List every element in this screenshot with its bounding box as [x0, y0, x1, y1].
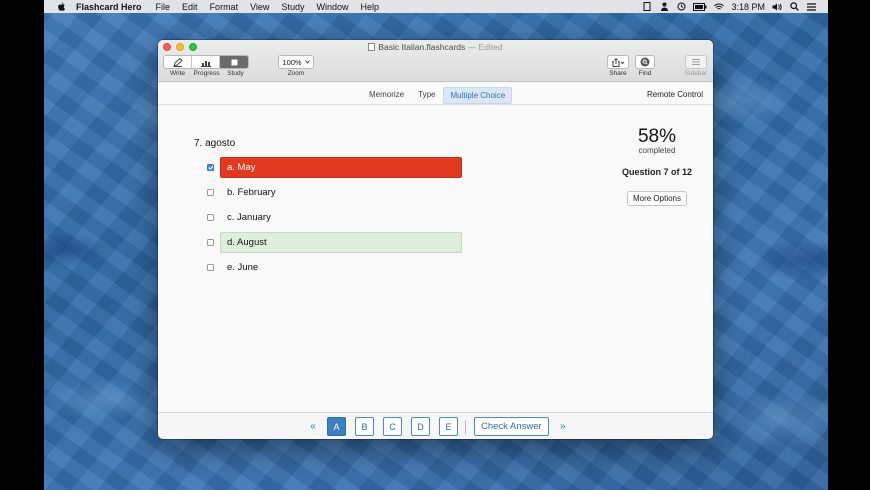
- volume-icon[interactable]: [772, 2, 782, 11]
- document-icon[interactable]: [642, 2, 652, 11]
- question-counter: Question 7 of 12: [621, 167, 692, 177]
- bar-chart-icon: [200, 61, 211, 67]
- battery-icon[interactable]: [693, 2, 707, 11]
- write-button[interactable]: [164, 56, 192, 68]
- status-area: 3:18 PM: [642, 2, 828, 12]
- letter-b-button[interactable]: B: [355, 417, 374, 436]
- find-button[interactable]: [635, 55, 655, 69]
- letter-d-button[interactable]: D: [411, 417, 430, 436]
- letter-a-button[interactable]: A: [327, 417, 346, 436]
- zoom-value: 100%: [282, 57, 302, 67]
- view-mode-labels: Write Progress Study: [163, 70, 250, 77]
- search-icon[interactable]: [789, 2, 799, 11]
- remote-control-button[interactable]: Remote Control: [647, 90, 703, 99]
- study-label: Study: [227, 70, 244, 77]
- choice-a-label[interactable]: a. May: [220, 157, 462, 178]
- menu-window[interactable]: Window: [316, 2, 348, 12]
- view-mode-segmented: [163, 55, 249, 69]
- answer-choices: a. May b. February c. January d. August …: [207, 157, 462, 282]
- menu-file[interactable]: File: [156, 2, 171, 12]
- menu-format[interactable]: Format: [210, 2, 239, 12]
- clock-time[interactable]: 3:18 PM: [731, 2, 765, 12]
- choice-b-checkbox[interactable]: [207, 189, 214, 196]
- study-button[interactable]: [220, 56, 248, 68]
- quiz-area: 7. agosto a. May b. February c. January …: [158, 106, 713, 412]
- choice-c-checkbox[interactable]: [207, 214, 214, 221]
- choice-e-checkbox[interactable]: [207, 264, 214, 271]
- share-label: Share: [609, 70, 627, 77]
- choice-b[interactable]: b. February: [207, 182, 462, 203]
- pencil-icon: [172, 58, 183, 67]
- tab-multiple-choice[interactable]: Multiple Choice: [443, 87, 513, 104]
- apple-icon[interactable]: [56, 1, 66, 12]
- tab-type[interactable]: Type: [412, 87, 441, 104]
- menu-edit[interactable]: Edit: [182, 2, 198, 12]
- chevron-down-icon: [304, 60, 310, 64]
- checkmark-icon: [208, 165, 213, 170]
- progress-button[interactable]: [192, 56, 220, 68]
- question-text: 7. agosto: [194, 138, 236, 149]
- progress-label: Progress: [193, 70, 220, 77]
- wifi-icon[interactable]: [714, 2, 725, 11]
- share-icon: [612, 57, 624, 67]
- study-mode-tabs: Memorize Type Multiple Choice: [363, 87, 513, 104]
- window-title: Basic Italian.flashcards — Edited: [158, 42, 713, 52]
- share-button[interactable]: [607, 55, 629, 69]
- choice-a-checkbox[interactable]: [207, 164, 214, 171]
- stop-icon: [231, 59, 237, 66]
- menu-view[interactable]: View: [250, 2, 269, 12]
- choice-d[interactable]: d. August: [207, 232, 462, 253]
- person-icon[interactable]: [659, 2, 669, 11]
- edited-indicator: — Edited: [467, 42, 503, 52]
- letter-e-button[interactable]: E: [439, 417, 458, 436]
- previous-button[interactable]: «: [299, 421, 327, 432]
- choice-b-label[interactable]: b. February: [220, 182, 462, 203]
- choice-c-label[interactable]: c. January: [220, 207, 462, 228]
- sidebar-icon: [692, 59, 700, 65]
- sidebar-button[interactable]: [685, 55, 707, 69]
- completion-percent: 58%: [637, 126, 677, 147]
- choice-c[interactable]: c. January: [207, 207, 462, 228]
- letter-c-button[interactable]: C: [383, 417, 402, 436]
- tab-memorize[interactable]: Memorize: [363, 87, 410, 104]
- zoom-label: Zoom: [287, 70, 305, 77]
- completed-label: completed: [638, 146, 676, 155]
- window-title-text: Basic Italian.flashcards: [378, 42, 466, 52]
- progress-panel: 58% completed Question 7 of 12 More Opti…: [601, 126, 713, 206]
- choice-d-checkbox[interactable]: [207, 239, 214, 246]
- window-titlebar: Basic Italian.flashcards — Edited Write …: [158, 40, 713, 82]
- menu-app-name[interactable]: Flashcard Hero: [76, 2, 142, 12]
- nav-separator: [465, 419, 466, 434]
- sidebar-label: Sidebar: [684, 70, 708, 77]
- document-proxy-icon: [368, 43, 376, 51]
- choice-e-label[interactable]: e. June: [220, 257, 462, 278]
- menu-help[interactable]: Help: [360, 2, 379, 12]
- app-window: Basic Italian.flashcards — Edited Write …: [158, 40, 713, 439]
- next-button[interactable]: »: [549, 421, 577, 432]
- choice-a[interactable]: a. May: [207, 157, 462, 178]
- magnifier-icon: [640, 57, 650, 67]
- answer-nav-bar: « A B C D E Check Answer »: [158, 412, 713, 439]
- zoom-popup[interactable]: 100%: [278, 55, 314, 69]
- choice-d-label[interactable]: d. August: [220, 232, 462, 253]
- more-options-button[interactable]: More Options: [626, 191, 688, 206]
- time-machine-icon[interactable]: [676, 2, 686, 11]
- write-label: Write: [169, 70, 186, 77]
- menu-study[interactable]: Study: [281, 2, 304, 12]
- menu-bar: Flashcard Hero File Edit Format View Stu…: [44, 0, 828, 13]
- find-label: Find: [638, 70, 652, 77]
- answer-nav: « A B C D E Check Answer »: [299, 417, 577, 436]
- list-icon[interactable]: [806, 2, 816, 11]
- choice-e[interactable]: e. June: [207, 257, 462, 278]
- check-answer-button[interactable]: Check Answer: [474, 417, 549, 436]
- mode-bar: Memorize Type Multiple Choice Remote Con…: [158, 83, 713, 105]
